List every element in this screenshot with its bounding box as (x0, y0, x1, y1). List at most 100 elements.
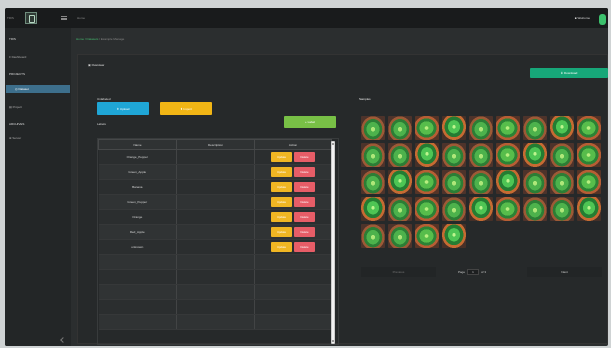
sample-thumbnail[interactable] (415, 197, 439, 221)
update-button[interactable]: Update (271, 167, 292, 177)
delete-button[interactable]: Delete (294, 197, 315, 207)
update-button[interactable]: Update (271, 227, 292, 237)
sample-thumbnail[interactable] (469, 197, 493, 221)
sample-thumbnail[interactable] (361, 197, 385, 221)
sample-thumbnail[interactable] (361, 170, 385, 194)
delete-button[interactable]: Delete (294, 212, 315, 222)
table-row (98, 269, 332, 285)
labels-table: Name Description Action Orange_Pepper Up… (97, 138, 339, 345)
page-selector: Page 1 of 3 (442, 267, 502, 277)
upload-button[interactable]: ⬆ Upload (97, 102, 149, 115)
label-description (176, 179, 255, 195)
sample-thumbnail[interactable] (577, 170, 601, 194)
samples-title: Samples (359, 97, 371, 101)
table-row: Green_Pepper Update Delete (98, 194, 332, 210)
sample-thumbnail[interactable] (388, 224, 412, 248)
update-button[interactable]: Update (271, 152, 292, 162)
page-total: of 3 (481, 270, 487, 274)
sample-thumbnail[interactable] (388, 197, 412, 221)
previous-page-button[interactable]: Previous (361, 267, 436, 277)
sample-thumbnail[interactable] (442, 116, 466, 140)
sample-thumbnail[interactable] (577, 143, 601, 167)
sample-thumbnail[interactable] (388, 143, 412, 167)
sample-thumbnail[interactable] (523, 170, 547, 194)
sample-thumbnail[interactable] (415, 170, 439, 194)
table-row (98, 314, 332, 330)
add-label-button[interactable]: + Label (284, 116, 336, 128)
avatar[interactable] (599, 14, 606, 25)
update-button[interactable]: Update (271, 242, 292, 252)
label-actions (254, 284, 332, 300)
menu-icon[interactable] (61, 16, 67, 20)
breadcrumb-current: Example Manage (100, 37, 125, 41)
sample-thumbnail[interactable] (550, 170, 574, 194)
label-name: Green_Pepper (98, 194, 177, 210)
top-bar: TRIS Home ■ Welcome (5, 8, 608, 28)
sample-thumbnail[interactable] (361, 224, 385, 248)
sidebar-item-dataset[interactable]: ◎ Dataset (6, 85, 70, 93)
sidebar-item-server[interactable]: ⊕ Server (9, 134, 69, 142)
sample-thumbnail[interactable] (550, 143, 574, 167)
collapse-sidebar-icon[interactable] (60, 337, 66, 343)
label-name (98, 254, 177, 270)
label-name: Green_Apple (98, 164, 177, 180)
sample-thumbnail[interactable] (361, 143, 385, 167)
sample-thumbnail[interactable] (442, 170, 466, 194)
import-button[interactable]: ⬆ Import (160, 102, 212, 115)
sample-thumbnail[interactable] (550, 116, 574, 140)
next-page-button[interactable]: Next (527, 267, 602, 277)
sample-thumbnail[interactable] (415, 143, 439, 167)
sample-thumbnail[interactable] (523, 197, 547, 221)
sample-thumbnail[interactable] (496, 116, 520, 140)
breadcrumb-datasets[interactable]: Datasets (87, 37, 99, 41)
sample-thumbnail[interactable] (442, 224, 466, 248)
label-actions: Update Delete (254, 179, 332, 195)
column-description: Description (176, 139, 255, 150)
app-name: TRIS (7, 16, 14, 20)
overview-title: Overview (88, 63, 105, 67)
table-row (98, 254, 332, 270)
app-logo-icon[interactable] (25, 12, 37, 24)
label-name (98, 269, 177, 285)
sample-thumbnail[interactable] (442, 143, 466, 167)
table-row: Banana Update Delete (98, 179, 332, 195)
table-scrollbar[interactable] (331, 141, 335, 344)
sample-thumbnail[interactable] (361, 116, 385, 140)
labels-heading: Labels (97, 122, 106, 126)
sample-thumbnail[interactable] (577, 116, 601, 140)
sample-thumbnail[interactable] (388, 170, 412, 194)
sample-thumbnail[interactable] (496, 143, 520, 167)
delete-button[interactable]: Delete (294, 167, 315, 177)
sample-thumbnail[interactable] (388, 116, 412, 140)
label-name: Red_Apple (98, 224, 177, 240)
page-input[interactable]: 1 (467, 269, 479, 275)
sample-thumbnail[interactable] (469, 116, 493, 140)
sample-thumbnail[interactable] (577, 197, 601, 221)
breadcrumb-home[interactable]: Home (76, 37, 84, 41)
delete-button[interactable]: Delete (294, 227, 315, 237)
table-row: unknown Update Delete (98, 239, 332, 255)
sample-thumbnail[interactable] (496, 170, 520, 194)
sample-thumbnail[interactable] (415, 116, 439, 140)
sample-thumbnail[interactable] (523, 143, 547, 167)
delete-button[interactable]: Delete (294, 182, 315, 192)
sidebar-item-project[interactable]: ▤ Project (9, 103, 69, 111)
sample-thumbnail[interactable] (415, 224, 439, 248)
sample-thumbnail[interactable] (469, 170, 493, 194)
sidebar-item-dashboard[interactable]: ≡ Dashboard (9, 53, 69, 61)
sidebar-section-archives: ARCHIVES (9, 122, 25, 126)
delete-button[interactable]: Delete (294, 242, 315, 252)
delete-button[interactable]: Delete (294, 152, 315, 162)
sample-thumbnail[interactable] (442, 197, 466, 221)
sample-thumbnail[interactable] (523, 116, 547, 140)
download-button[interactable]: ⬇ Download (530, 68, 608, 78)
sidebar-title: TRIS (9, 37, 16, 41)
sample-thumbnail[interactable] (550, 197, 574, 221)
update-button[interactable]: Update (271, 182, 292, 192)
user-menu[interactable]: ■ Welcome (575, 16, 590, 20)
update-button[interactable]: Update (271, 212, 292, 222)
update-button[interactable]: Update (271, 197, 292, 207)
sample-thumbnail[interactable] (496, 197, 520, 221)
sample-thumbnail[interactable] (469, 143, 493, 167)
sidebar: TRIS ≡ Dashboard PROJECTS ◎ Dataset ▤ Pr… (5, 28, 71, 346)
